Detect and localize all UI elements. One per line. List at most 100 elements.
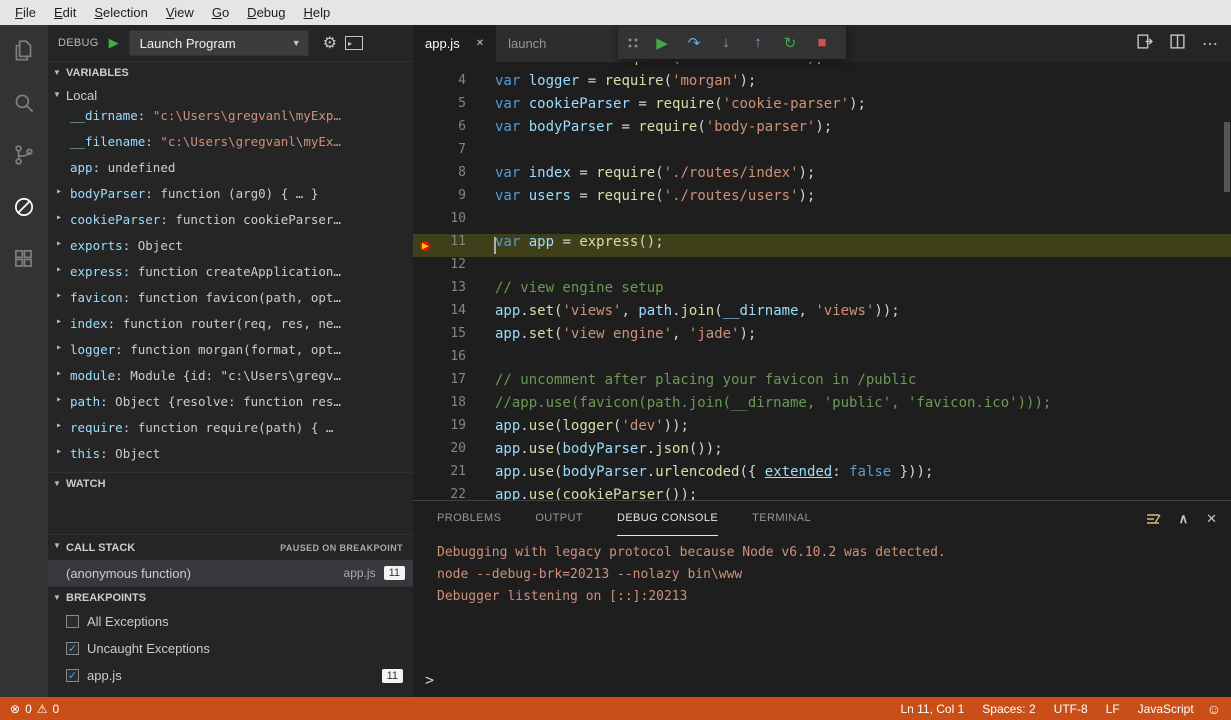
gutter-breakpoint-zone[interactable] [413, 188, 441, 211]
variable-row[interactable]: __dirname: "c:\Users\gregvanl\myExp… [48, 108, 413, 134]
watch-section-header[interactable]: ▼ WATCH [48, 472, 413, 494]
gutter-breakpoint-zone[interactable] [413, 326, 441, 349]
gutter-breakpoint-zone[interactable] [413, 257, 441, 280]
variable-row[interactable]: ▸express: function createApplication… [48, 264, 413, 290]
gutter-breakpoint-zone[interactable] [413, 418, 441, 441]
code-line-11[interactable]: ▶11var app = express(); [413, 234, 1231, 257]
gutter-breakpoint-zone[interactable] [413, 211, 441, 234]
breakpoint-row[interactable]: ✓Uncaught Exceptions [48, 635, 413, 662]
source-control-icon[interactable] [0, 129, 48, 181]
code-line-12[interactable]: 12 [413, 257, 1231, 280]
menu-item-help[interactable]: Help [294, 0, 339, 25]
code-editor[interactable]: 3var favicon = require('serve-favicon');… [413, 62, 1231, 500]
start-debug-icon[interactable]: ▶ [109, 35, 119, 51]
debug-console-input[interactable]: > [425, 671, 1219, 689]
restart-button[interactable]: ↻ [774, 26, 806, 59]
panel-tab-terminal[interactable]: TERMINAL [752, 501, 811, 536]
breakpoint-checkbox[interactable]: ✓ [66, 642, 79, 655]
breakpoint-checkbox[interactable]: ✓ [66, 615, 79, 628]
code-line-6[interactable]: 6var bodyParser = require('body-parser')… [413, 119, 1231, 142]
panel-tab-output[interactable]: OUTPUT [535, 501, 583, 536]
variable-row[interactable]: ▸logger: function morgan(format, opt… [48, 342, 413, 368]
maximize-panel-icon[interactable]: ∧ [1179, 511, 1189, 527]
menu-item-edit[interactable]: Edit [45, 0, 85, 25]
gutter-breakpoint-zone[interactable] [413, 96, 441, 119]
code-line-20[interactable]: 20app.use(bodyParser.json()); [413, 441, 1231, 464]
status-language-mode[interactable]: JavaScript [1129, 702, 1203, 716]
code-line-13[interactable]: 13// view engine setup [413, 280, 1231, 303]
stop-button[interactable]: ■ [806, 26, 838, 59]
open-debug-console-icon[interactable]: ▸ [345, 36, 363, 50]
code-line-17[interactable]: 17// uncomment after placing your favico… [413, 372, 1231, 395]
clear-console-icon[interactable] [1145, 511, 1161, 527]
status-eol[interactable]: LF [1097, 702, 1129, 716]
menu-item-file[interactable]: File [6, 0, 45, 25]
menu-item-debug[interactable]: Debug [238, 0, 294, 25]
code-line-18[interactable]: 18//app.use(favicon(path.join(__dirname,… [413, 395, 1231, 418]
status-encoding[interactable]: UTF-8 [1045, 702, 1097, 716]
breakpoints-section-header[interactable]: ▼ BREAKPOINTS [48, 586, 413, 608]
gutter-breakpoint-zone[interactable] [413, 441, 441, 464]
gutter-breakpoint-zone[interactable]: ▶ [413, 234, 441, 257]
variable-row[interactable]: ▸bodyParser: function (arg0) { … } [48, 186, 413, 212]
code-line-8[interactable]: 8var index = require('./routes/index'); [413, 165, 1231, 188]
variables-section-header[interactable]: ▼ VARIABLES [48, 61, 413, 83]
more-actions-icon[interactable]: ⋯ [1202, 34, 1219, 54]
feedback-smiley-icon[interactable]: ☺ [1203, 701, 1231, 717]
editor-scrollbar[interactable] [1224, 122, 1230, 192]
gutter-breakpoint-zone[interactable] [413, 372, 441, 395]
gutter-breakpoint-zone[interactable] [413, 487, 441, 500]
breakpoint-row[interactable]: ✓app.js11 [48, 662, 413, 689]
close-icon[interactable]: ✕ [476, 38, 484, 49]
split-editor-icon[interactable] [1169, 33, 1186, 55]
code-line-4[interactable]: 4var logger = require('morgan'); [413, 73, 1231, 96]
code-line-16[interactable]: 16 [413, 349, 1231, 372]
code-line-14[interactable]: 14app.set('views', path.join(__dirname, … [413, 303, 1231, 326]
code-line-3[interactable]: 3var favicon = require('serve-favicon'); [413, 62, 1231, 73]
variable-row[interactable]: __filename: "c:\Users\gregvanl\myEx… [48, 134, 413, 160]
launch-config-dropdown[interactable]: Launch Program ▼ [129, 30, 309, 56]
step-over-button[interactable]: ↷ [678, 26, 710, 59]
code-line-22[interactable]: 22app.use(cookieParser()); [413, 487, 1231, 500]
step-out-button[interactable]: ↑ [742, 26, 774, 59]
gutter-breakpoint-zone[interactable] [413, 280, 441, 303]
menu-item-view[interactable]: View [157, 0, 203, 25]
variables-scope-local[interactable]: ▼ Local [48, 83, 413, 108]
step-into-button[interactable]: ↓ [710, 26, 742, 59]
debug-icon[interactable] [0, 181, 48, 233]
gutter-breakpoint-zone[interactable] [413, 303, 441, 326]
panel-tab-problems[interactable]: PROBLEMS [437, 501, 501, 536]
status-line-col[interactable]: Ln 11, Col 1 [891, 702, 973, 716]
variable-row[interactable]: ▸cookieParser: function cookieParser… [48, 212, 413, 238]
configure-gear-icon[interactable]: ⚙ [323, 33, 337, 53]
call-stack-section-header[interactable]: ▼ CALL STACK PAUSED ON BREAKPOINT [48, 534, 413, 560]
variable-row[interactable]: ▸exports: Object [48, 238, 413, 264]
code-line-5[interactable]: 5var cookieParser = require('cookie-pars… [413, 96, 1231, 119]
gutter-breakpoint-zone[interactable] [413, 349, 441, 372]
gutter-breakpoint-zone[interactable] [413, 142, 441, 165]
code-line-21[interactable]: 21app.use(bodyParser.urlencoded({ extend… [413, 464, 1231, 487]
call-stack-frame[interactable]: (anonymous function) app.js 11 [48, 560, 413, 586]
gutter-breakpoint-zone[interactable] [413, 395, 441, 418]
extensions-icon[interactable] [0, 233, 48, 285]
code-line-9[interactable]: 9var users = require('./routes/users'); [413, 188, 1231, 211]
variable-row[interactable]: ▸require: function require(path) { … [48, 420, 413, 446]
open-changes-icon[interactable] [1136, 33, 1153, 55]
continue-button[interactable]: ▶ [646, 26, 678, 59]
tab-app.js[interactable]: app.js✕ [413, 25, 496, 62]
gutter-breakpoint-zone[interactable] [413, 464, 441, 487]
variable-row[interactable]: ▸favicon: function favicon(path, opt… [48, 290, 413, 316]
breakpoint-row[interactable]: ✓All Exceptions [48, 608, 413, 635]
code-line-7[interactable]: 7 [413, 142, 1231, 165]
variable-row[interactable]: ▸module: Module {id: "c:\Users\gregv… [48, 368, 413, 394]
toolbar-drag-handle[interactable] [626, 36, 638, 50]
code-line-15[interactable]: 15app.set('view engine', 'jade'); [413, 326, 1231, 349]
code-line-19[interactable]: 19app.use(logger('dev')); [413, 418, 1231, 441]
search-icon[interactable] [0, 77, 48, 129]
variable-row[interactable]: app: undefined [48, 160, 413, 186]
menu-item-go[interactable]: Go [203, 0, 238, 25]
problems-summary[interactable]: ⊗ 0 ⚠ 0 [0, 702, 59, 716]
breakpoint-checkbox[interactable]: ✓ [66, 669, 79, 682]
gutter-breakpoint-zone[interactable] [413, 62, 441, 73]
panel-tab-debug-console[interactable]: DEBUG CONSOLE [617, 501, 718, 536]
